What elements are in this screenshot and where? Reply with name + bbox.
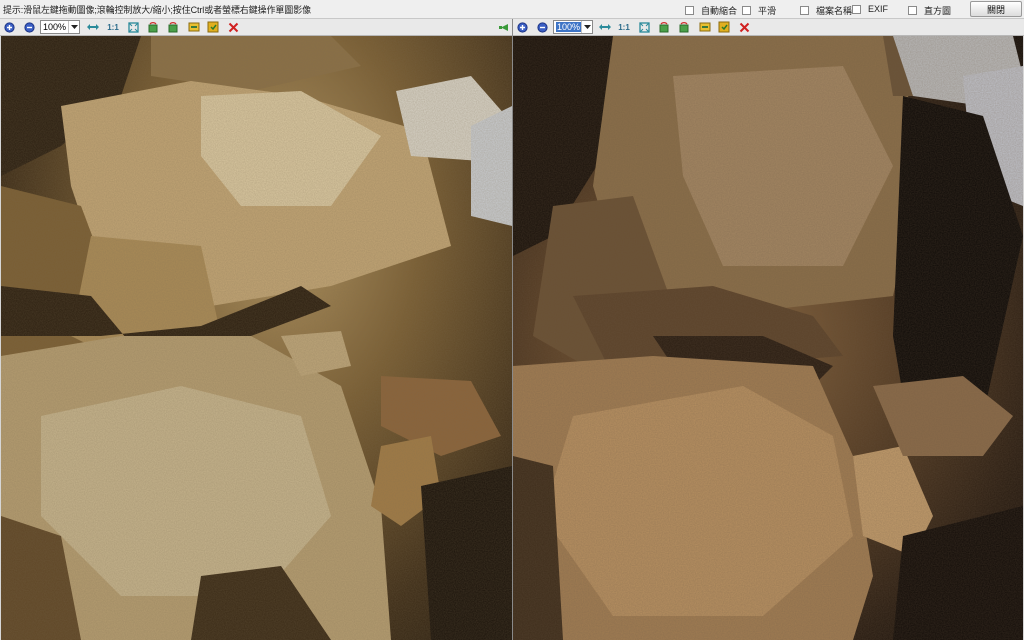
save-icon[interactable] <box>207 21 219 33</box>
chevron-down-icon[interactable] <box>581 21 592 33</box>
exif-checkbox[interactable] <box>852 4 861 14</box>
filename-checkbox[interactable] <box>800 6 809 15</box>
zoom-select[interactable]: 100% <box>553 20 593 34</box>
fit-width-icon[interactable] <box>599 21 611 33</box>
option-smooth[interactable]: 平滑 <box>742 4 776 17</box>
exif-label: EXIF <box>868 4 889 14</box>
filename-label: 檔案名稱 <box>816 6 853 16</box>
zoom-value: 100% <box>43 22 67 32</box>
option-auto-fit[interactable]: 自動縮合 <box>685 4 737 17</box>
delete-icon[interactable] <box>227 21 239 33</box>
rotate-left-icon[interactable] <box>147 21 159 33</box>
auto-fit-label: 自動縮合 <box>701 6 738 16</box>
right-toolbar: 100% 1:1 <box>513 19 1024 36</box>
image-compare-window: 提示:滑鼠左鍵拖動圖像;滾輪控制放大/縮小;按住Ctrl或者螢標右鍵操作單圖影像… <box>0 0 1024 640</box>
save-icon[interactable] <box>718 21 730 33</box>
chevron-down-icon[interactable] <box>68 21 79 33</box>
auto-fit-checkbox[interactable] <box>685 6 694 15</box>
histogram-label: 直方圖 <box>924 6 952 16</box>
left-cave-rock-photo <box>1 36 512 640</box>
rotate-right-icon[interactable] <box>167 21 179 33</box>
smooth-label: 平滑 <box>758 6 777 16</box>
right-cave-rock-photo <box>513 36 1023 640</box>
option-histogram[interactable]: 直方圖 <box>908 4 951 17</box>
left-toolbar: 100% 1:1 <box>0 19 512 36</box>
actual-size-button[interactable]: 1:1 <box>106 21 120 33</box>
zoom-out-icon[interactable] <box>536 21 548 33</box>
fit-screen-icon[interactable] <box>127 21 139 33</box>
usage-hint: 提示:滑鼠左鍵拖動圖像;滾輪控制放大/縮小;按住Ctrl或者螢標右鍵操作單圖影像 <box>3 5 312 15</box>
fit-width-icon[interactable] <box>87 21 99 33</box>
option-filename[interactable]: 檔案名稱 <box>800 4 852 17</box>
fit-screen-icon[interactable] <box>638 21 650 33</box>
histogram-checkbox[interactable] <box>908 6 917 15</box>
header-bar: 提示:滑鼠左鍵拖動圖像;滾輪控制放大/縮小;按住Ctrl或者螢標右鍵操作單圖影像… <box>0 0 1024 19</box>
zoom-in-icon[interactable] <box>3 21 15 33</box>
actual-size-button[interactable]: 1:1 <box>617 21 631 33</box>
delete-icon[interactable] <box>738 21 750 33</box>
zoom-value: 100% <box>556 22 582 32</box>
flip-icon[interactable] <box>699 21 711 33</box>
zoom-in-icon[interactable] <box>516 21 528 33</box>
right-image-viewport[interactable] <box>513 36 1023 640</box>
rotate-right-icon[interactable] <box>678 21 690 33</box>
option-exif[interactable]: EXIF <box>852 4 888 14</box>
sync-arrow-icon[interactable] <box>497 21 509 33</box>
flip-icon[interactable] <box>188 21 200 33</box>
smooth-checkbox[interactable] <box>742 6 751 15</box>
zoom-select[interactable]: 100% <box>40 20 80 34</box>
zoom-out-icon[interactable] <box>23 21 35 33</box>
close-button[interactable]: 關閉 <box>970 1 1022 17</box>
left-image-viewport[interactable] <box>1 36 512 640</box>
rotate-left-icon[interactable] <box>658 21 670 33</box>
